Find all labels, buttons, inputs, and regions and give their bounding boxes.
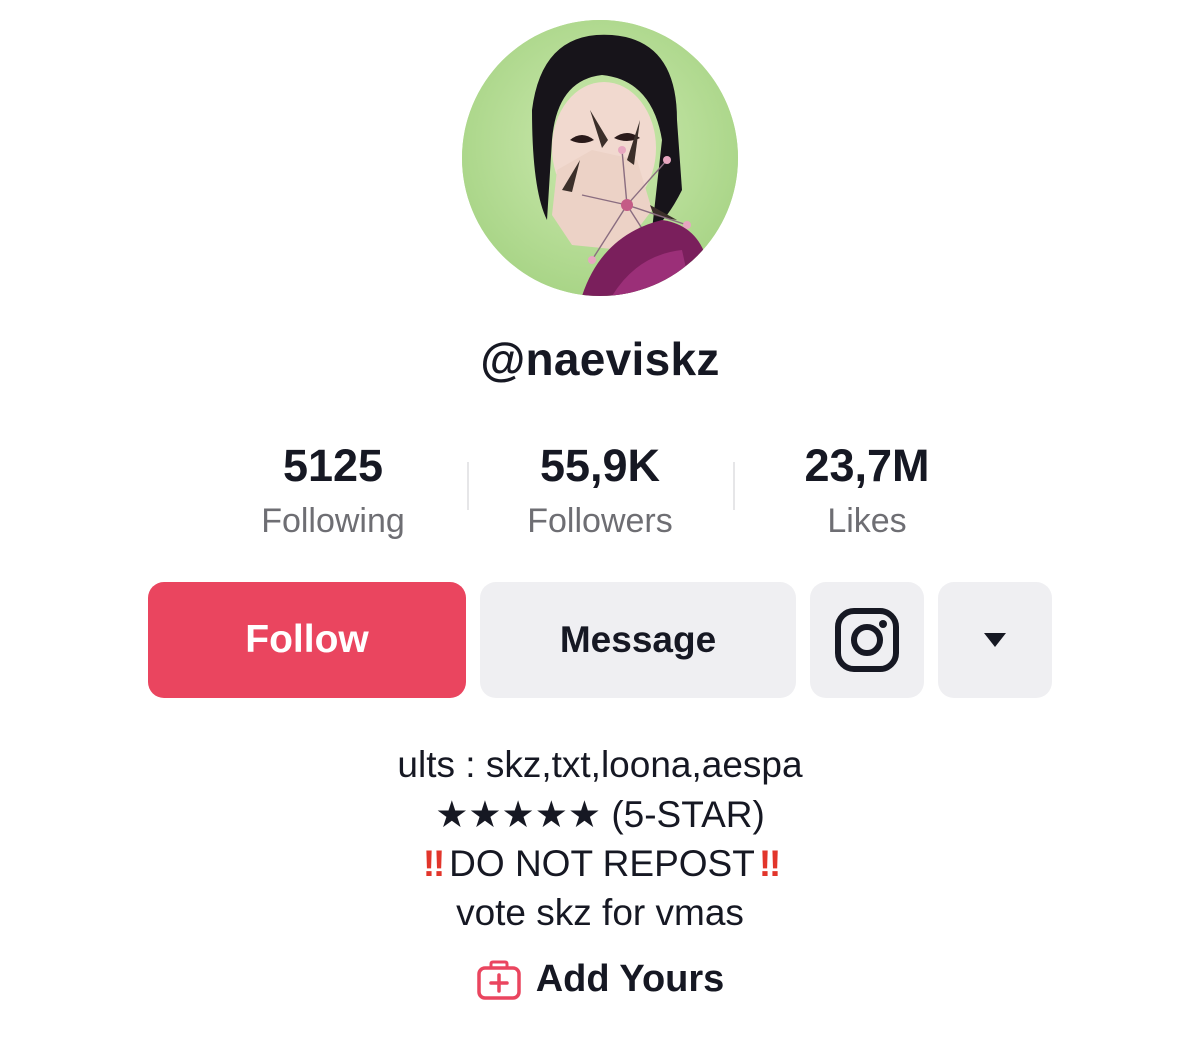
likes-label: Likes [827,502,907,540]
message-button[interactable]: Message [480,582,796,698]
following-count: 5125 [282,440,384,491]
bio-line-4: vote skz for vmas [456,892,744,933]
stat-following[interactable]: 5125 Following [203,440,463,547]
avatar[interactable] [462,20,738,296]
caret-down-icon [984,633,1006,647]
followers-label: Followers [527,502,673,540]
instagram-button[interactable] [810,582,924,698]
bio-line-1: ults : skz,txt,loona,aespa [397,744,803,785]
double-exclamation-icon: ‼ [422,843,445,884]
stat-divider [733,462,735,510]
follow-button[interactable]: Follow [148,582,466,698]
bio-line-2: ★★★★★ (5-STAR) [435,794,765,835]
follow-button-label: Follow [245,618,369,661]
avatar-image [462,20,738,296]
username: @naeviskz [480,333,720,385]
stat-divider [467,462,469,510]
stat-followers[interactable]: 55,9K Followers [470,440,730,547]
instagram-icon [835,608,899,672]
followers-count: 55,9K [539,440,661,491]
add-yours-label: Add Yours [535,958,725,1000]
add-yours-icon [476,960,521,1000]
add-yours-link[interactable]: Add Yours [0,958,1200,1001]
more-options-button[interactable] [938,582,1052,698]
double-exclamation-icon: ‼ [758,843,781,884]
stat-likes[interactable]: 23,7M Likes [737,440,997,547]
likes-count: 23,7M [804,440,930,491]
message-button-label: Message [559,619,717,660]
following-label: Following [261,502,405,540]
bio-warning-text: DO NOT REPOST [449,843,755,884]
bio-line-3: ‼ DO NOT REPOST ‼ [0,841,1200,887]
